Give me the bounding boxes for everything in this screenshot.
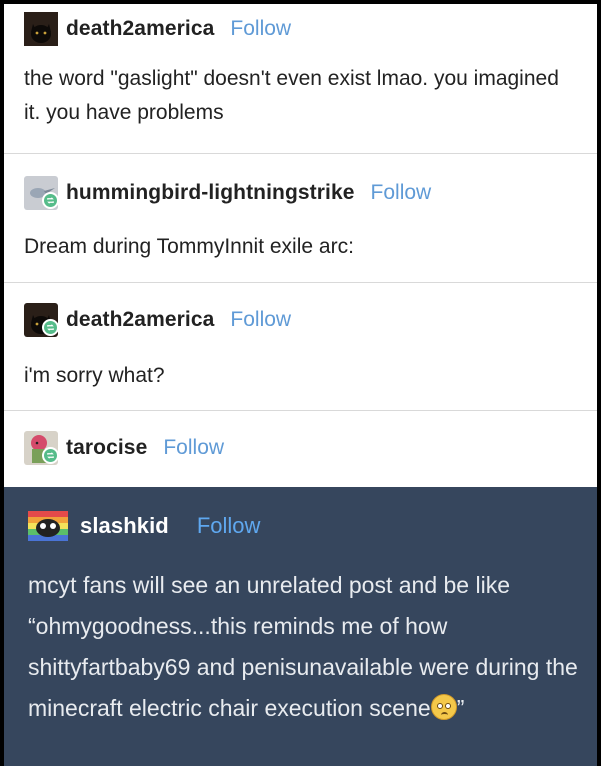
post-death2america-2: death2america Follow i'm sorry what? (4, 283, 597, 410)
post-text: i'm sorry what? (24, 364, 165, 387)
follow-button[interactable]: Follow (230, 17, 291, 41)
reblog-icon (42, 319, 59, 336)
post-tarocise: tarocise Follow (4, 411, 597, 487)
follow-button[interactable]: Follow (371, 181, 432, 205)
avatar[interactable] (24, 303, 59, 337)
username[interactable]: tarocise (66, 436, 147, 460)
follow-button[interactable]: Follow (230, 308, 291, 332)
follow-button[interactable]: Follow (163, 436, 224, 460)
follow-button[interactable]: Follow (197, 513, 261, 539)
reblog-icon (42, 192, 59, 209)
avatar[interactable] (24, 176, 59, 210)
post-slashkid: slashkid Follow mcyt fans will see an un… (4, 487, 597, 766)
tumblr-thread: death2america Follow the word "gaslight"… (4, 4, 597, 766)
pleading-face-emoji-icon (430, 694, 457, 720)
post-text: mcyt fans will see an unrelated post and… (28, 565, 583, 729)
post-hummingbird: hummingbird-lightningstrike Follow Dream… (4, 154, 597, 282)
username[interactable]: death2america (66, 17, 214, 41)
avatar[interactable] (24, 12, 58, 46)
rainbow-avatar-icon (28, 511, 68, 541)
cat-avatar-icon (24, 12, 58, 46)
username[interactable]: slashkid (80, 513, 169, 539)
post-death2america-1: death2america Follow the word "gaslight"… (4, 4, 597, 153)
closing-quote: ” (456, 695, 465, 721)
username[interactable]: death2america (66, 308, 214, 332)
post-text: Dream during TommyInnit exile arc: (24, 235, 354, 258)
reblog-icon (42, 447, 59, 464)
post-text-body: mcyt fans will see an unrelated post and… (28, 572, 578, 721)
username[interactable]: hummingbird-lightningstrike (66, 181, 355, 205)
avatar[interactable] (28, 511, 68, 541)
avatar[interactable] (24, 431, 59, 465)
post-text: the word "gaslight" doesn't even exist l… (24, 67, 559, 124)
